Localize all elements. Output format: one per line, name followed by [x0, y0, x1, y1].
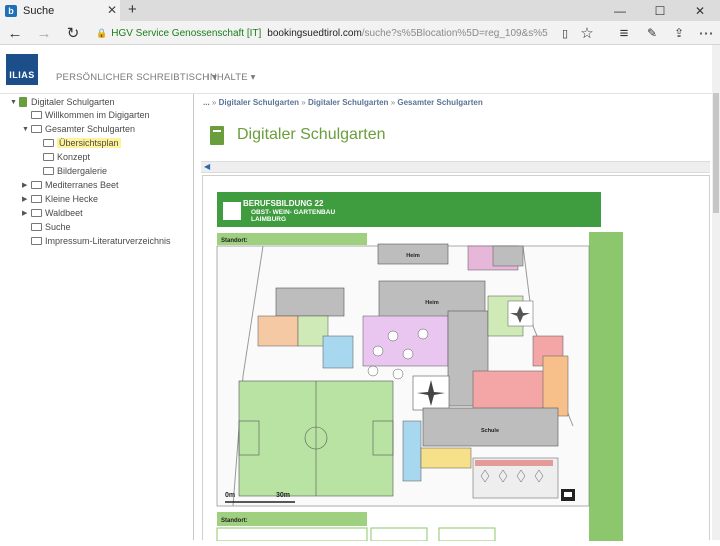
main-content: ... » Digitaler Schulgarten » Digitaler …	[195, 94, 712, 542]
plan-header-line3: LAIMBURG	[251, 216, 286, 223]
menu-contents[interactable]: INHALTE ▾	[207, 72, 256, 83]
label-schule: Schule	[481, 428, 499, 434]
url-path: /suche?s%5Blocation%5D=reg_109&s%5Blocat…	[361, 27, 548, 39]
scale-label-0: 0m	[225, 492, 235, 499]
breadcrumb-item[interactable]: Digitaler Schulgarten	[219, 98, 299, 107]
standort-label: Standort:	[221, 238, 248, 244]
site-plan-image: BERUFSBILDUNG 22 OBST- WEIN- GARTENBAU L…	[202, 175, 710, 542]
folder-icon	[31, 209, 42, 217]
collapsed-arrow-icon[interactable]: ▶	[22, 195, 31, 203]
expanded-arrow-icon[interactable]: ▼	[22, 126, 31, 133]
minimize-icon[interactable]: —	[600, 0, 640, 21]
folder-icon	[31, 195, 42, 203]
maximize-icon[interactable]: ☐	[640, 0, 680, 21]
browser-toolbar: ← → ↻ 🔒 HGV Service Genossenschaft [IT] …	[0, 21, 720, 45]
label-heim-top: Heim	[406, 253, 420, 259]
breadcrumb: ... » Digitaler Schulgarten » Digitaler …	[203, 98, 483, 107]
standort-label-bottom: Standort:	[221, 518, 248, 524]
learning-module-icon	[19, 97, 27, 107]
tree-item-impressum[interactable]: Impressum-Literaturverzeichnis	[22, 235, 171, 247]
tree-item-label: Bildergalerie	[57, 166, 108, 176]
label-heim: Heim	[425, 300, 439, 306]
tree-item-label: Kleine Hecke	[45, 194, 99, 204]
tree-item-kleine-hecke[interactable]: ▶ Kleine Hecke	[22, 193, 98, 205]
close-window-icon[interactable]: ✕	[680, 0, 720, 21]
scale-label-30: 30m	[276, 492, 290, 499]
url-host: bookingsuedtirol.com	[267, 27, 362, 39]
folder-icon	[31, 181, 42, 189]
tree-item-gesamter[interactable]: ▼ Gesamter Schulgarten	[22, 123, 135, 135]
ilias-logo[interactable]: ILIAS	[6, 54, 38, 85]
page-icon	[31, 237, 42, 245]
more-icon[interactable]: ⋯	[694, 23, 718, 43]
tree-item-mediterranes[interactable]: ▶ Mediterranes Beet	[22, 179, 119, 191]
tree-item-label-selected: Übersichtsplan	[57, 138, 121, 148]
tree-item-konzept[interactable]: Konzept	[34, 151, 90, 163]
page-title: Digitaler Schulgarten	[237, 126, 386, 143]
hub-icon[interactable]: ≡	[612, 23, 636, 43]
breadcrumb-item[interactable]: Gesamter Schulgarten	[397, 98, 482, 107]
tab-close-icon[interactable]: ✕	[107, 3, 117, 17]
reading-view-icon[interactable]: ▯	[553, 23, 577, 43]
page-icon	[43, 139, 54, 147]
share-icon[interactable]: ⇪	[667, 23, 691, 43]
plan-bed	[257, 315, 299, 347]
menu-personal-desk[interactable]: PERSÖNLICHER SCHREIBTISCH ▾	[56, 72, 217, 83]
tree-item-root[interactable]: ▼ Digitaler Schulgarten	[10, 96, 115, 108]
learning-module-icon	[210, 126, 224, 145]
tree-item-uebersichtsplan[interactable]: Übersichtsplan	[34, 137, 121, 149]
tree-item-label: Impressum-Literaturverzeichnis	[45, 236, 171, 246]
tab-favicon-icon: b	[5, 4, 17, 17]
page-icon	[43, 167, 54, 175]
collapse-bar[interactable]: ◀	[201, 161, 710, 173]
plan-logo-mark	[223, 202, 241, 220]
ilias-header: ILIAS PERSÖNLICHER SCHREIBTISCH ▾ INHALT…	[0, 45, 712, 94]
new-tab-button[interactable]: +	[128, 1, 137, 18]
plan-side-strip	[589, 232, 623, 541]
tab-title: Suche	[23, 4, 55, 17]
page-icon	[31, 223, 42, 231]
tree-item-label: Mediterranes Beet	[45, 180, 119, 190]
tab-bar: b Suche ✕ + — ☐ ✕	[0, 0, 720, 21]
site-identity: HGV Service Genossenschaft [IT]	[111, 27, 262, 39]
page-icon	[43, 153, 54, 161]
collapse-left-icon[interactable]: ◀	[204, 162, 210, 171]
tree-item-suche[interactable]: Suche	[22, 221, 71, 233]
tree-item-label: Suche	[45, 222, 71, 232]
tree-item-label: Willkommen im Digigarten	[45, 110, 150, 120]
tree-item-waldbeet[interactable]: ▶ Waldbeet	[22, 207, 83, 219]
tree-item-label: Konzept	[57, 152, 91, 162]
plan-pool	[322, 335, 354, 369]
breadcrumb-item[interactable]: Digitaler Schulgarten	[308, 98, 388, 107]
tree-item-willkommen[interactable]: Willkommen im Digigarten	[22, 109, 150, 121]
address-bar[interactable]: 🔒 HGV Service Genossenschaft [IT] bookin…	[96, 23, 548, 43]
tree-item-label: Digitaler Schulgarten	[31, 97, 115, 107]
forward-icon[interactable]: →	[32, 23, 56, 43]
lock-icon: 🔒	[96, 27, 108, 38]
folder-icon	[31, 111, 42, 119]
collapsed-arrow-icon[interactable]: ▶	[22, 181, 31, 189]
sidebar-tree: ▼ Digitaler Schulgarten Willkommen im Di…	[0, 94, 194, 540]
plan-header-line1: BERUFSBILDUNG 22	[243, 199, 324, 208]
plan-building	[275, 287, 345, 317]
scrollbar-thumb[interactable]	[713, 93, 719, 213]
tree-item-label: Waldbeet	[45, 208, 83, 218]
folder-icon	[31, 125, 42, 133]
tree-item-label: Gesamter Schulgarten	[45, 124, 136, 134]
back-icon[interactable]: ←	[3, 23, 27, 43]
site-plan-svg: BERUFSBILDUNG 22 OBST- WEIN- GARTENBAU L…	[216, 192, 623, 542]
collapsed-arrow-icon[interactable]: ▶	[22, 209, 31, 217]
web-note-icon[interactable]: ✎	[640, 23, 664, 43]
page-scrollbar[interactable]	[712, 45, 720, 540]
browser-tab[interactable]: b Suche ✕	[0, 0, 120, 21]
plan-header-line2: OBST- WEIN- GARTENBAU	[251, 209, 335, 216]
favorite-star-icon[interactable]: ☆	[575, 23, 599, 43]
breadcrumb-ellipsis[interactable]: ...	[203, 98, 210, 107]
refresh-icon[interactable]: ↻	[61, 23, 85, 43]
expanded-arrow-icon[interactable]: ▼	[10, 99, 19, 106]
building-schule	[422, 407, 559, 447]
tree-item-bildergalerie[interactable]: Bildergalerie	[34, 165, 107, 177]
